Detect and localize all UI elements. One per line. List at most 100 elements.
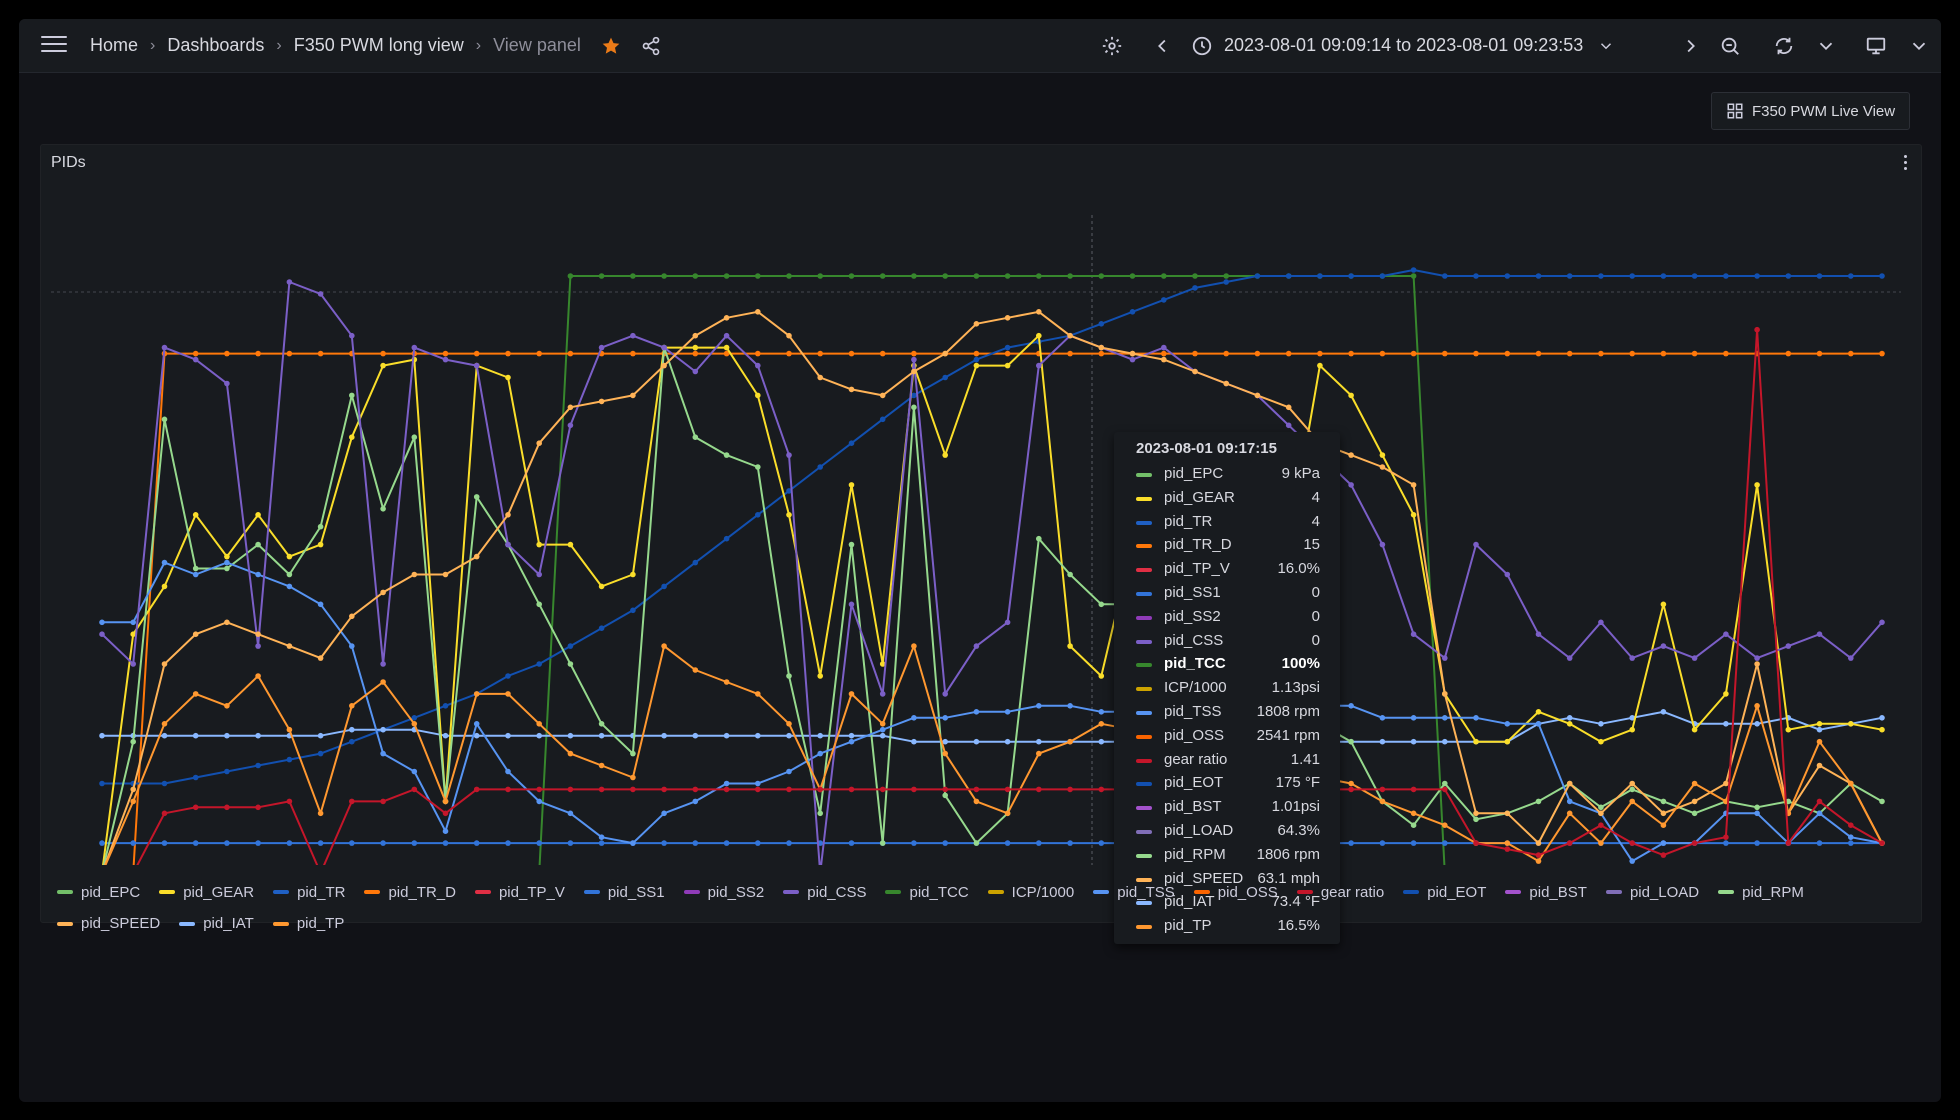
chevron-down-icon[interactable] [1815, 35, 1837, 57]
data-point [1754, 482, 1760, 488]
series-swatch [1136, 687, 1152, 692]
data-point [130, 661, 136, 667]
data-point [1754, 326, 1760, 333]
data-point [192, 804, 199, 811]
legend-item[interactable]: ICP/1000 [987, 878, 1074, 907]
data-point [255, 732, 261, 739]
data-point [1816, 350, 1823, 357]
legend-item[interactable]: pid_TP_V [474, 878, 565, 907]
data-point [1816, 721, 1823, 727]
series-swatch [1718, 890, 1735, 894]
legend-item[interactable]: pid_EOT [1403, 878, 1486, 907]
data-point [1598, 738, 1604, 745]
share-icon[interactable] [641, 36, 661, 56]
legend-item[interactable]: pid_TSS [1093, 878, 1175, 907]
dashboard-link-button[interactable]: F350 PWM Live View [1711, 92, 1911, 130]
time-series-chart[interactable] [41, 145, 1921, 865]
legend-item[interactable]: pid_LOAD [1605, 878, 1700, 907]
series-swatch [179, 921, 196, 926]
data-point [473, 553, 480, 560]
data-point [879, 840, 886, 846]
data-point [349, 332, 355, 339]
chevron-right-icon[interactable] [1679, 35, 1701, 57]
tooltip-row: pid_TCC 100% [1136, 652, 1330, 676]
data-point [161, 840, 168, 846]
legend-item[interactable]: pid_BST [1505, 878, 1587, 907]
data-point [161, 780, 168, 787]
monitor-icon[interactable] [1865, 35, 1887, 57]
data-point [1535, 852, 1542, 858]
tooltip-row: pid_OSS 2541 rpm [1136, 724, 1330, 748]
legend-item[interactable]: gear ratio [1296, 878, 1384, 907]
zoom-out-icon[interactable] [1719, 35, 1741, 57]
refresh-icon[interactable] [1773, 35, 1795, 57]
data-point [1723, 631, 1729, 637]
legend-item[interactable]: pid_OSS [1193, 878, 1278, 907]
data-point [1535, 858, 1542, 864]
data-point [99, 732, 105, 739]
data-point [1754, 273, 1760, 279]
data-point [755, 273, 761, 279]
breadcrumb-dashboard[interactable]: F350 PWM long view [294, 35, 464, 56]
data-point [723, 780, 730, 787]
legend-item[interactable]: pid_TR_D [364, 878, 456, 907]
legend-item[interactable]: pid_SS1 [583, 878, 665, 907]
data-point [786, 840, 792, 846]
data-point [1410, 631, 1417, 637]
legend-item[interactable]: pid_GEAR [159, 878, 254, 907]
tooltip-series-value: 175 °F [1275, 774, 1320, 792]
data-point [1660, 709, 1667, 715]
data-point [1410, 482, 1417, 488]
data-point [1129, 309, 1136, 315]
data-point [1598, 619, 1604, 626]
data-point [692, 840, 699, 846]
data-point [848, 541, 855, 548]
legend-label: pid_LOAD [1629, 883, 1700, 901]
legend-item[interactable]: pid_SS2 [683, 878, 764, 907]
legend-item[interactable]: pid_TP [272, 909, 344, 938]
data-point [1848, 350, 1854, 357]
chevron-down-icon[interactable] [1908, 35, 1930, 57]
legend-item[interactable]: pid_TCC [885, 878, 969, 907]
data-point [442, 703, 449, 709]
tooltip-series-value: 1808 rpm [1256, 702, 1320, 720]
data-point [505, 786, 511, 793]
legend-item[interactable]: pid_SPEED [57, 909, 160, 938]
legend-item[interactable]: pid_RPM [1718, 878, 1804, 907]
data-point [1566, 350, 1573, 357]
data-point [411, 721, 418, 727]
tooltip-series-name: pid_LOAD [1164, 821, 1234, 839]
tooltip-row: pid_SS2 0 [1136, 605, 1330, 629]
data-point [1410, 350, 1417, 357]
data-point [380, 840, 386, 846]
legend-item[interactable]: pid_TR [273, 878, 345, 907]
legend-item[interactable]: pid_IAT [179, 909, 254, 938]
data-point [1036, 273, 1042, 279]
time-range-picker[interactable]: 2023-08-01 09:09:14 to 2023-08-01 09:23:… [1191, 19, 1615, 72]
chevron-left-icon[interactable] [1152, 35, 1174, 57]
series-swatch [1296, 890, 1313, 894]
data-point [567, 273, 574, 279]
data-point [505, 374, 511, 381]
data-point [755, 691, 761, 697]
series-swatch [364, 890, 381, 894]
legend-item[interactable]: pid_CSS [783, 878, 866, 907]
data-point [692, 332, 699, 339]
data-point [723, 273, 730, 279]
data-point [192, 774, 199, 781]
data-point [1879, 273, 1885, 279]
legend-item[interactable]: pid_EPC [57, 878, 140, 907]
gear-icon[interactable] [1101, 35, 1123, 57]
hamburger-menu-icon[interactable] [41, 36, 67, 56]
tooltip-series-name: pid_TSS [1164, 702, 1222, 720]
data-point [1629, 798, 1635, 805]
data-point [317, 541, 324, 548]
star-icon[interactable] [601, 36, 621, 56]
data-point [1442, 655, 1448, 661]
series-pid-speed [103, 309, 1885, 865]
data-point [1629, 350, 1635, 357]
data-point [848, 273, 855, 279]
data-point [536, 721, 542, 727]
breadcrumb-home[interactable]: Home [90, 35, 138, 56]
breadcrumb-dashboards[interactable]: Dashboards [167, 35, 264, 56]
